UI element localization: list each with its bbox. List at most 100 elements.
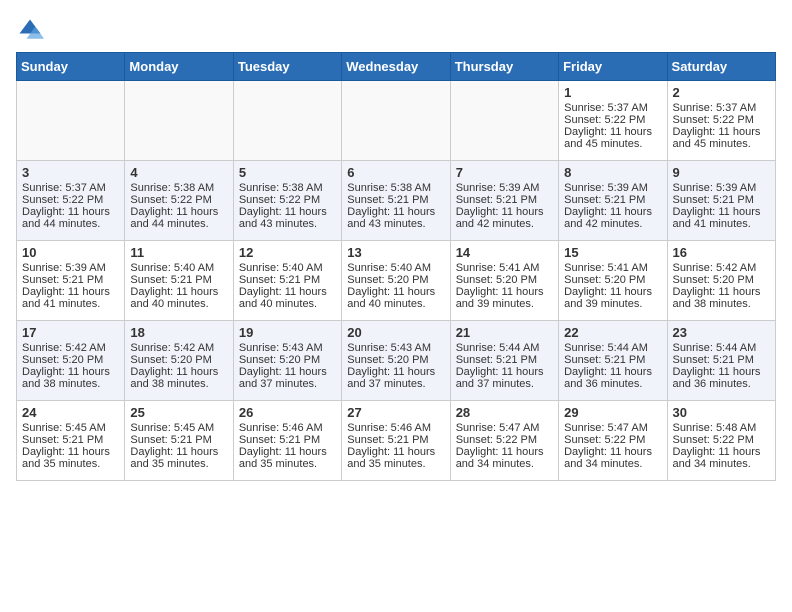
calendar-cell: 14Sunrise: 5:41 AMSunset: 5:20 PMDayligh… [450, 241, 558, 321]
day-info: Sunrise: 5:37 AM [564, 102, 661, 114]
day-number: 2 [673, 85, 770, 100]
day-info: Sunrise: 5:45 AM [130, 422, 227, 434]
calendar-cell: 8Sunrise: 5:39 AMSunset: 5:21 PMDaylight… [559, 161, 667, 241]
day-info: Sunrise: 5:40 AM [239, 262, 336, 274]
day-info: Sunrise: 5:39 AM [673, 182, 770, 194]
day-info: Sunrise: 5:44 AM [564, 342, 661, 354]
header-day: Thursday [450, 53, 558, 81]
header-day: Sunday [17, 53, 125, 81]
day-info: Daylight: 11 hours and 35 minutes. [130, 446, 227, 470]
calendar-cell: 21Sunrise: 5:44 AMSunset: 5:21 PMDayligh… [450, 321, 558, 401]
day-info: Daylight: 11 hours and 35 minutes. [22, 446, 119, 470]
day-info: Sunset: 5:20 PM [130, 354, 227, 366]
day-info: Sunrise: 5:43 AM [239, 342, 336, 354]
calendar-cell: 4Sunrise: 5:38 AMSunset: 5:22 PMDaylight… [125, 161, 233, 241]
day-info: Daylight: 11 hours and 35 minutes. [239, 446, 336, 470]
day-info: Sunset: 5:20 PM [239, 354, 336, 366]
calendar-body: 1Sunrise: 5:37 AMSunset: 5:22 PMDaylight… [17, 81, 776, 481]
calendar-cell: 13Sunrise: 5:40 AMSunset: 5:20 PMDayligh… [342, 241, 450, 321]
calendar-cell: 9Sunrise: 5:39 AMSunset: 5:21 PMDaylight… [667, 161, 775, 241]
day-info: Sunrise: 5:37 AM [22, 182, 119, 194]
calendar-cell [450, 81, 558, 161]
calendar-cell: 12Sunrise: 5:40 AMSunset: 5:21 PMDayligh… [233, 241, 341, 321]
day-info: Sunset: 5:21 PM [673, 194, 770, 206]
day-number: 22 [564, 325, 661, 340]
day-info: Sunrise: 5:41 AM [564, 262, 661, 274]
day-info: Sunset: 5:22 PM [673, 434, 770, 446]
calendar-week-row: 10Sunrise: 5:39 AMSunset: 5:21 PMDayligh… [17, 241, 776, 321]
calendar-header: SundayMondayTuesdayWednesdayThursdayFrid… [17, 53, 776, 81]
day-number: 4 [130, 165, 227, 180]
day-info: Sunset: 5:21 PM [22, 274, 119, 286]
day-info: Sunrise: 5:38 AM [130, 182, 227, 194]
day-info: Daylight: 11 hours and 37 minutes. [239, 366, 336, 390]
day-info: Daylight: 11 hours and 44 minutes. [130, 206, 227, 230]
calendar-cell: 30 Sunrise: 5:48 AMSunset: 5:22 PMDayligh… [667, 401, 775, 481]
day-info: Daylight: 11 hours and 40 minutes. [239, 286, 336, 310]
day-info: Daylight: 11 hours and 45 minutes. [673, 126, 770, 150]
day-number: 29 [564, 405, 661, 420]
day-info: Sunrise: 5:44 AM [673, 342, 770, 354]
calendar-cell: 24Sunrise: 5:45 AMSunset: 5:21 PMDayligh… [17, 401, 125, 481]
day-info: Daylight: 11 hours and 34 minutes. [673, 446, 770, 470]
day-info: Sunset: 5:20 PM [22, 354, 119, 366]
calendar-cell: 27Sunrise: 5:46 AMSunset: 5:21 PMDayligh… [342, 401, 450, 481]
day-info: Daylight: 11 hours and 38 minutes. [130, 366, 227, 390]
calendar-cell [233, 81, 341, 161]
calendar-table: SundayMondayTuesdayWednesdayThursdayFrid… [16, 52, 776, 481]
day-info: Sunset: 5:20 PM [456, 274, 553, 286]
day-info: Daylight: 11 hours and 43 minutes. [239, 206, 336, 230]
day-number: 16 [673, 245, 770, 260]
day-info: Daylight: 11 hours and 42 minutes. [564, 206, 661, 230]
calendar-cell [17, 81, 125, 161]
day-number: 11 [130, 245, 227, 260]
calendar-cell: 16Sunrise: 5:42 AMSunset: 5:20 PMDayligh… [667, 241, 775, 321]
header-day: Monday [125, 53, 233, 81]
day-number: 12 [239, 245, 336, 260]
day-info: Daylight: 11 hours and 40 minutes. [347, 286, 444, 310]
day-info: Sunrise: 5:46 AM [239, 422, 336, 434]
day-info: Sunset: 5:21 PM [456, 354, 553, 366]
calendar-cell: 20Sunrise: 5:43 AMSunset: 5:20 PMDayligh… [342, 321, 450, 401]
day-info: Daylight: 11 hours and 36 minutes. [564, 366, 661, 390]
day-info: Sunset: 5:22 PM [564, 114, 661, 126]
header-day: Wednesday [342, 53, 450, 81]
day-info: Sunrise: 5:44 AM [456, 342, 553, 354]
day-info: Sunrise: 5:40 AM [347, 262, 444, 274]
day-info: Daylight: 11 hours and 39 minutes. [456, 286, 553, 310]
day-info: Sunrise: 5:39 AM [564, 182, 661, 194]
day-info: Sunrise: 5:37 AM [673, 102, 770, 114]
calendar-week-row: 17Sunrise: 5:42 AMSunset: 5:20 PMDayligh… [17, 321, 776, 401]
day-number: 28 [456, 405, 553, 420]
day-number: 30 [673, 405, 770, 420]
calendar-cell: 29Sunrise: 5:47 AMSunset: 5:22 PMDayligh… [559, 401, 667, 481]
day-info: Sunrise: 5:48 AM [673, 422, 770, 434]
calendar-cell: 28Sunrise: 5:47 AMSunset: 5:22 PMDayligh… [450, 401, 558, 481]
header-day: Tuesday [233, 53, 341, 81]
calendar-cell [342, 81, 450, 161]
day-info: Daylight: 11 hours and 35 minutes. [347, 446, 444, 470]
day-info: Sunset: 5:22 PM [22, 194, 119, 206]
day-number: 25 [130, 405, 227, 420]
day-info: Sunset: 5:20 PM [347, 354, 444, 366]
day-info: Daylight: 11 hours and 37 minutes. [456, 366, 553, 390]
day-number: 14 [456, 245, 553, 260]
calendar-cell: 19Sunrise: 5:43 AMSunset: 5:20 PMDayligh… [233, 321, 341, 401]
day-number: 27 [347, 405, 444, 420]
day-info: Daylight: 11 hours and 40 minutes. [130, 286, 227, 310]
day-info: Sunset: 5:20 PM [347, 274, 444, 286]
day-number: 17 [22, 325, 119, 340]
day-number: 23 [673, 325, 770, 340]
calendar-cell: 7Sunrise: 5:39 AMSunset: 5:21 PMDaylight… [450, 161, 558, 241]
calendar-cell: 25Sunrise: 5:45 AMSunset: 5:21 PMDayligh… [125, 401, 233, 481]
page-header [16, 16, 776, 44]
calendar-cell: 18Sunrise: 5:42 AMSunset: 5:20 PMDayligh… [125, 321, 233, 401]
day-info: Daylight: 11 hours and 43 minutes. [347, 206, 444, 230]
day-number: 18 [130, 325, 227, 340]
calendar-cell: 11Sunrise: 5:40 AMSunset: 5:21 PMDayligh… [125, 241, 233, 321]
day-info: Sunrise: 5:43 AM [347, 342, 444, 354]
day-info: Sunset: 5:21 PM [347, 194, 444, 206]
day-info: Sunrise: 5:39 AM [22, 262, 119, 274]
day-info: Daylight: 11 hours and 36 minutes. [673, 366, 770, 390]
calendar-cell: 15Sunrise: 5:41 AMSunset: 5:20 PMDayligh… [559, 241, 667, 321]
